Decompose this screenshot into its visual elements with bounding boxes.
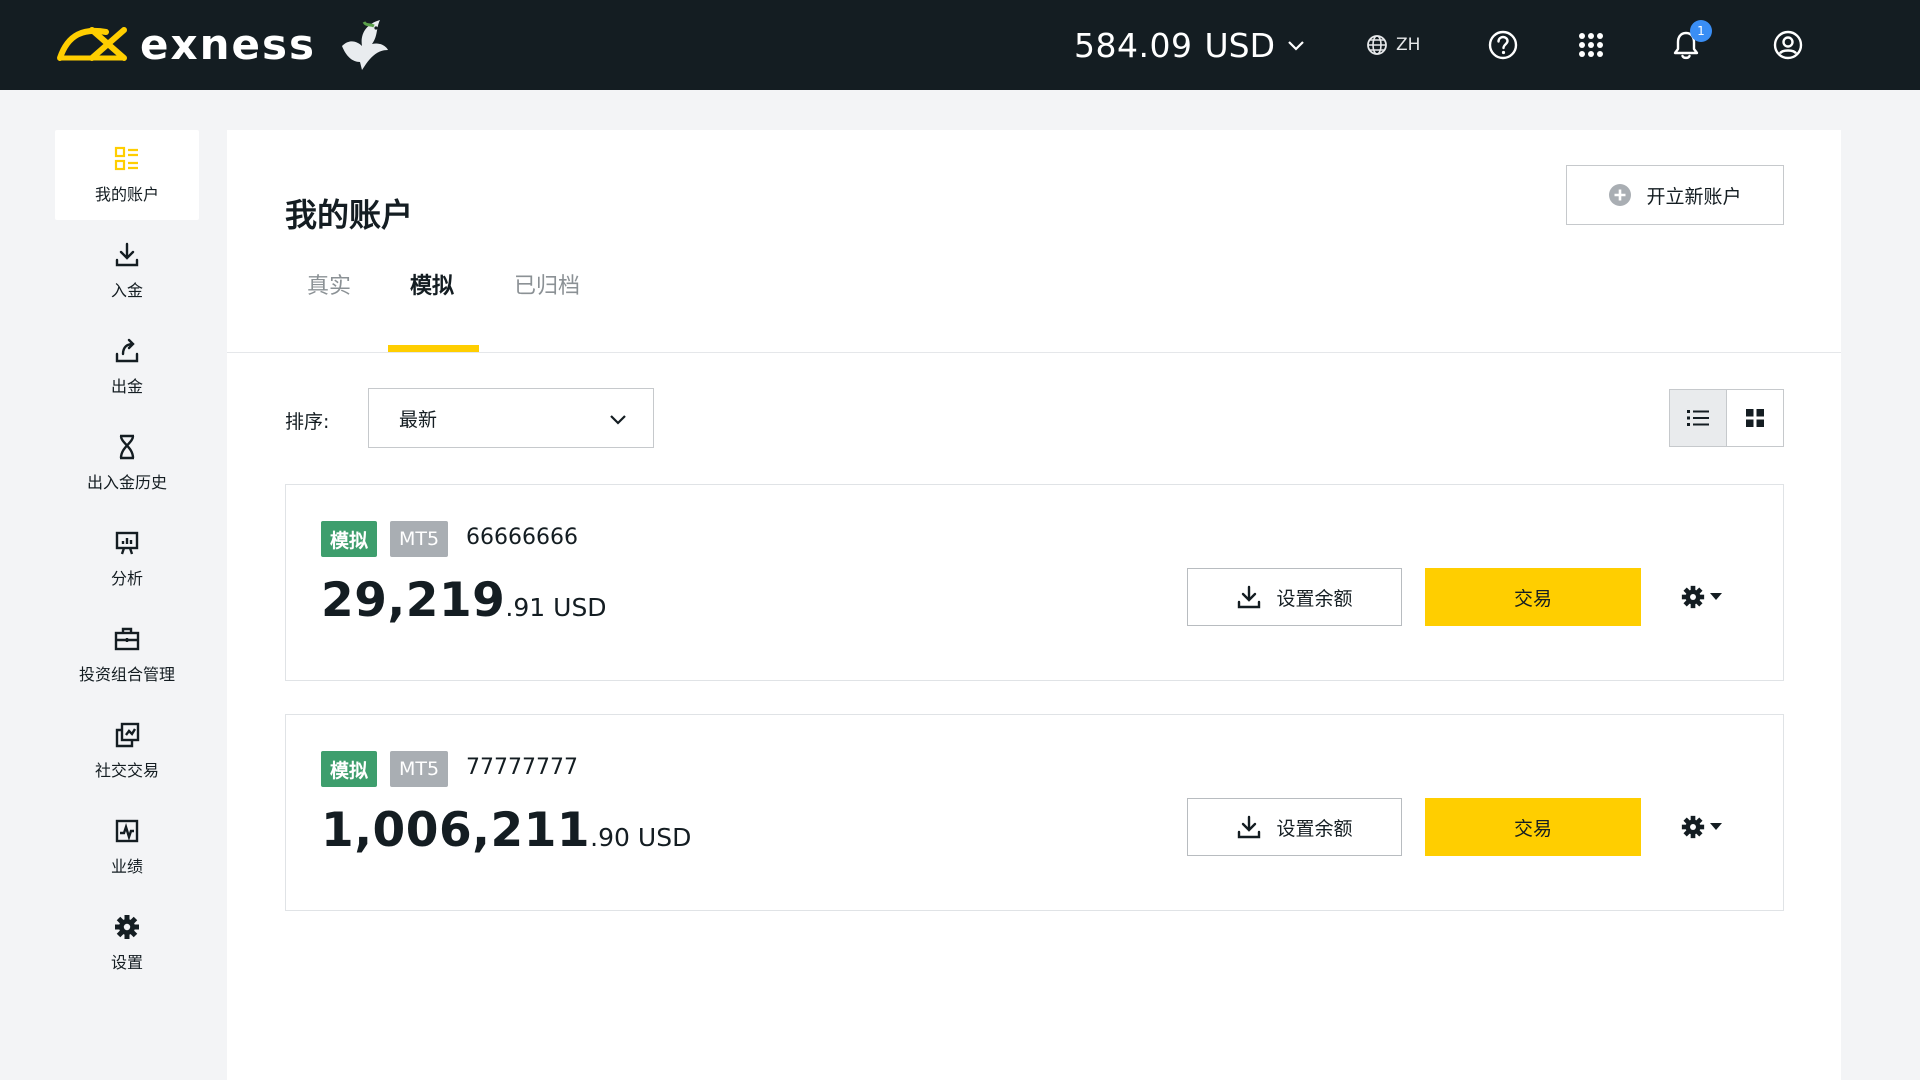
set-balance-label: 设置余额: [1276, 817, 1353, 840]
balance-currency: USD: [637, 823, 692, 852]
sidebar-item-label: 投资组合管理: [78, 665, 175, 684]
withdraw-icon: [115, 338, 139, 363]
exness-mark-icon: [57, 27, 127, 61]
balance-integer: 29,219: [321, 573, 506, 628]
gear-icon: [1681, 585, 1705, 609]
sidebar-item-social-trading[interactable]: 社交交易: [55, 706, 199, 796]
grid-icon: [1745, 409, 1764, 427]
briefcase-icon: [114, 627, 140, 651]
list-icon: [1686, 410, 1709, 426]
set-balance-button[interactable]: 设置余额: [1187, 568, 1402, 626]
performance-icon: [115, 819, 139, 843]
trade-button[interactable]: 交易: [1425, 568, 1641, 626]
account-type-tag: 模拟: [321, 521, 378, 557]
sidebar-item-label: 入金: [110, 281, 143, 300]
language-code: ZH: [1396, 35, 1421, 55]
account-balance: 1,006,211 .90 USD: [321, 803, 691, 858]
active-tab-indicator: [388, 345, 479, 352]
sidebar: 我的账户 入金 出金 出入金历史 分析 投资组合管理 社交交易 业绩 设置: [55, 130, 199, 994]
balance-decimal: .91: [505, 593, 546, 622]
accounts-icon: [114, 146, 138, 171]
trade-button[interactable]: 交易: [1425, 798, 1641, 856]
sidebar-item-label: 出金: [110, 377, 143, 396]
sidebar-item-label: 分析: [110, 569, 143, 588]
account-number: 77777777: [466, 755, 578, 780]
help-button[interactable]: [1485, 27, 1521, 63]
sidebar-item-label: 我的账户: [94, 185, 159, 204]
balance-integer: 1,006,211: [321, 803, 591, 858]
set-balance-button[interactable]: 设置余额: [1187, 798, 1402, 856]
top-header: exness 584.09 USD ZH 1: [0, 0, 1920, 90]
account-settings-menu[interactable]: [1680, 811, 1730, 843]
account-tabs: 真实 模拟 已归档: [227, 130, 1841, 353]
balance-currency: USD: [553, 593, 607, 622]
set-balance-label: 设置余额: [1276, 587, 1353, 610]
grid-view-button[interactable]: [1727, 390, 1784, 446]
platform-tag: MT5: [390, 751, 449, 787]
notification-badge: 1: [1690, 20, 1712, 42]
gear-icon: [1681, 815, 1705, 839]
download-icon: [1238, 585, 1261, 609]
balance-decimal: .90: [590, 823, 630, 852]
profile-button[interactable]: [1770, 27, 1806, 63]
account-balance: 29,219 .91 USD: [321, 573, 607, 628]
sort-value: 最新: [399, 408, 438, 431]
account-card: 模拟 MT5 66666666 29,219 .91 USD 设置余额 交易: [285, 484, 1784, 681]
apps-grid-icon: [1579, 33, 1603, 57]
sort-select[interactable]: 最新: [368, 388, 654, 448]
tab-demo[interactable]: 模拟: [410, 268, 454, 300]
chevron-down-icon: [610, 415, 626, 425]
language-selector[interactable]: ZH: [1366, 30, 1420, 60]
sidebar-item-history[interactable]: 出入金历史: [55, 418, 199, 508]
sidebar-item-analytics[interactable]: 分析: [55, 514, 199, 604]
main-panel: 我的账户 开立新账户 真实 模拟 已归档 排序: 最新 模拟 MT5 66666…: [227, 130, 1841, 1080]
analytics-icon: [115, 531, 139, 555]
apps-button[interactable]: [1573, 27, 1609, 63]
balance-amount: 584.09: [1074, 25, 1193, 65]
sidebar-item-label: 社交交易: [94, 761, 159, 780]
account-number: 66666666: [466, 525, 578, 550]
sidebar-item-settings[interactable]: 设置: [55, 898, 199, 988]
sidebar-item-label: 业绩: [110, 857, 143, 876]
dove-icon: [341, 20, 388, 70]
balance-dropdown[interactable]: 584.09 USD: [1074, 22, 1305, 68]
deposit-icon: [115, 242, 139, 267]
gear-icon: [115, 915, 139, 939]
hourglass-icon: [119, 434, 135, 460]
sidebar-item-deposit[interactable]: 入金: [55, 226, 199, 316]
brand-logo[interactable]: exness: [54, 16, 390, 72]
tab-real[interactable]: 真实: [307, 268, 351, 300]
download-icon: [1238, 815, 1261, 839]
chevron-down-icon: [1288, 41, 1304, 51]
caret-down-icon: [1710, 593, 1722, 600]
balance-currency: USD: [1204, 25, 1275, 65]
list-view-button[interactable]: [1670, 390, 1727, 446]
sidebar-item-performance[interactable]: 业绩: [55, 802, 199, 892]
brand-name: exness: [140, 19, 316, 69]
account-type-tag: 模拟: [321, 751, 378, 787]
tab-archived[interactable]: 已归档: [514, 268, 580, 300]
sidebar-item-label: 设置: [110, 953, 143, 972]
sidebar-item-portfolio[interactable]: 投资组合管理: [55, 610, 199, 700]
caret-down-icon: [1710, 823, 1722, 830]
globe-icon: [1367, 35, 1387, 55]
account-card: 模拟 MT5 77777777 1,006,211 .90 USD 设置余额 交…: [285, 714, 1784, 911]
social-trading-icon: [115, 722, 140, 748]
sort-label: 排序:: [285, 411, 330, 433]
platform-tag: MT5: [390, 521, 449, 557]
help-icon: [1488, 30, 1518, 60]
sidebar-item-my-accounts[interactable]: 我的账户: [55, 130, 199, 220]
sidebar-item-label: 出入金历史: [86, 473, 167, 492]
view-toggle: [1669, 389, 1784, 447]
user-icon: [1773, 30, 1803, 60]
sidebar-item-withdraw[interactable]: 出金: [55, 322, 199, 412]
account-settings-menu[interactable]: [1680, 581, 1730, 613]
